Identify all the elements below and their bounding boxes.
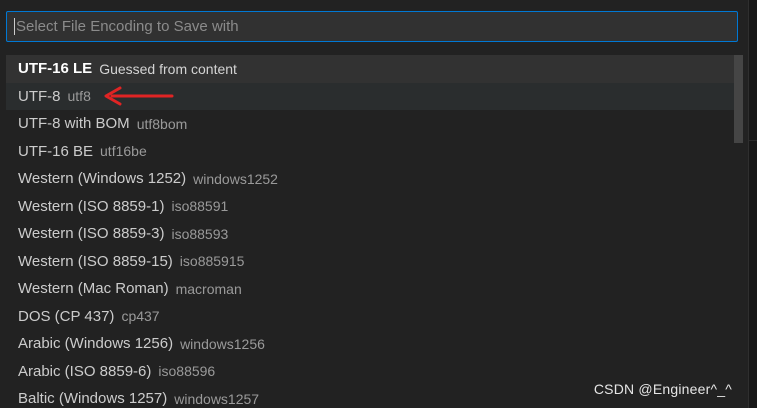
encoding-label: Arabic (Windows 1256) — [18, 335, 174, 353]
encoding-option[interactable]: UTF-8 with BOM utf8bom — [6, 110, 734, 138]
encoding-option[interactable]: Arabic (Windows 1256) windows1256 — [6, 330, 734, 358]
watermark-text: CSDN @Engineer^_^ — [593, 381, 732, 397]
encoding-option[interactable]: Western (ISO 8859-1) iso88591 — [6, 193, 734, 221]
encoding-option[interactable]: Western (ISO 8859-3) iso88593 — [6, 220, 734, 248]
editor-divider — [749, 140, 757, 141]
encoding-label: Western (ISO 8859-3) — [18, 225, 165, 243]
encoding-description: utf8bom — [136, 115, 188, 132]
encoding-option[interactable]: Western (Windows 1252) windows1252 — [6, 165, 734, 193]
encoding-label: DOS (CP 437) — [18, 307, 115, 325]
encoding-label: Arabic (ISO 8859-6) — [18, 362, 152, 380]
encoding-description: cp437 — [121, 308, 160, 325]
encoding-description: utf8 — [67, 88, 91, 105]
encoding-label: Western (ISO 8859-1) — [18, 197, 165, 215]
editor-background-edge — [749, 0, 757, 408]
red-arrow-annotation — [104, 86, 174, 106]
quick-pick-input-box[interactable] — [6, 11, 738, 42]
encoding-label: Western (ISO 8859-15) — [18, 252, 173, 270]
encoding-option[interactable]: UTF-16 LE Guessed from content — [6, 55, 734, 83]
encoding-option[interactable]: Western (ISO 8859-15) iso885915 — [6, 248, 734, 276]
encoding-search-input[interactable] — [16, 18, 737, 35]
list-scrollbar[interactable] — [734, 55, 743, 408]
encoding-description: iso88591 — [171, 198, 229, 215]
encoding-label: UTF-8 with BOM — [18, 115, 130, 133]
list-scrollbar-thumb[interactable] — [734, 55, 743, 143]
encoding-description: windows1252 — [193, 170, 278, 187]
quick-pick-widget: UTF-16 LE Guessed from content UTF-8 utf8 UT… — [0, 0, 749, 408]
text-caret — [14, 18, 15, 35]
encoding-label: UTF-16 BE — [18, 142, 94, 160]
encoding-description: iso88593 — [171, 225, 229, 242]
encoding-option[interactable]: Western (Mac Roman) macroman — [6, 275, 734, 303]
encoding-label: Western (Mac Roman) — [18, 280, 169, 298]
encoding-description: iso88596 — [158, 363, 216, 380]
encoding-description: utf16be — [100, 143, 147, 160]
encoding-list: UTF-16 LE Guessed from content UTF-8 utf8 UT… — [6, 55, 734, 408]
encoding-label: Western (Windows 1252) — [18, 170, 187, 188]
encoding-description: Guessed from content — [99, 60, 237, 77]
encoding-description: windows1257 — [174, 390, 260, 407]
encoding-description: macroman — [175, 280, 242, 297]
encoding-option[interactable]: UTF-16 BE utf16be — [6, 138, 734, 166]
encoding-option[interactable]: DOS (CP 437) cp437 — [6, 303, 734, 331]
encoding-description: windows1256 — [180, 335, 265, 352]
encoding-label: Baltic (Windows 1257) — [18, 390, 168, 408]
encoding-label: UTF-16 LE — [18, 60, 93, 78]
encoding-label: UTF-8 — [18, 87, 61, 105]
encoding-description: iso885915 — [179, 253, 245, 270]
